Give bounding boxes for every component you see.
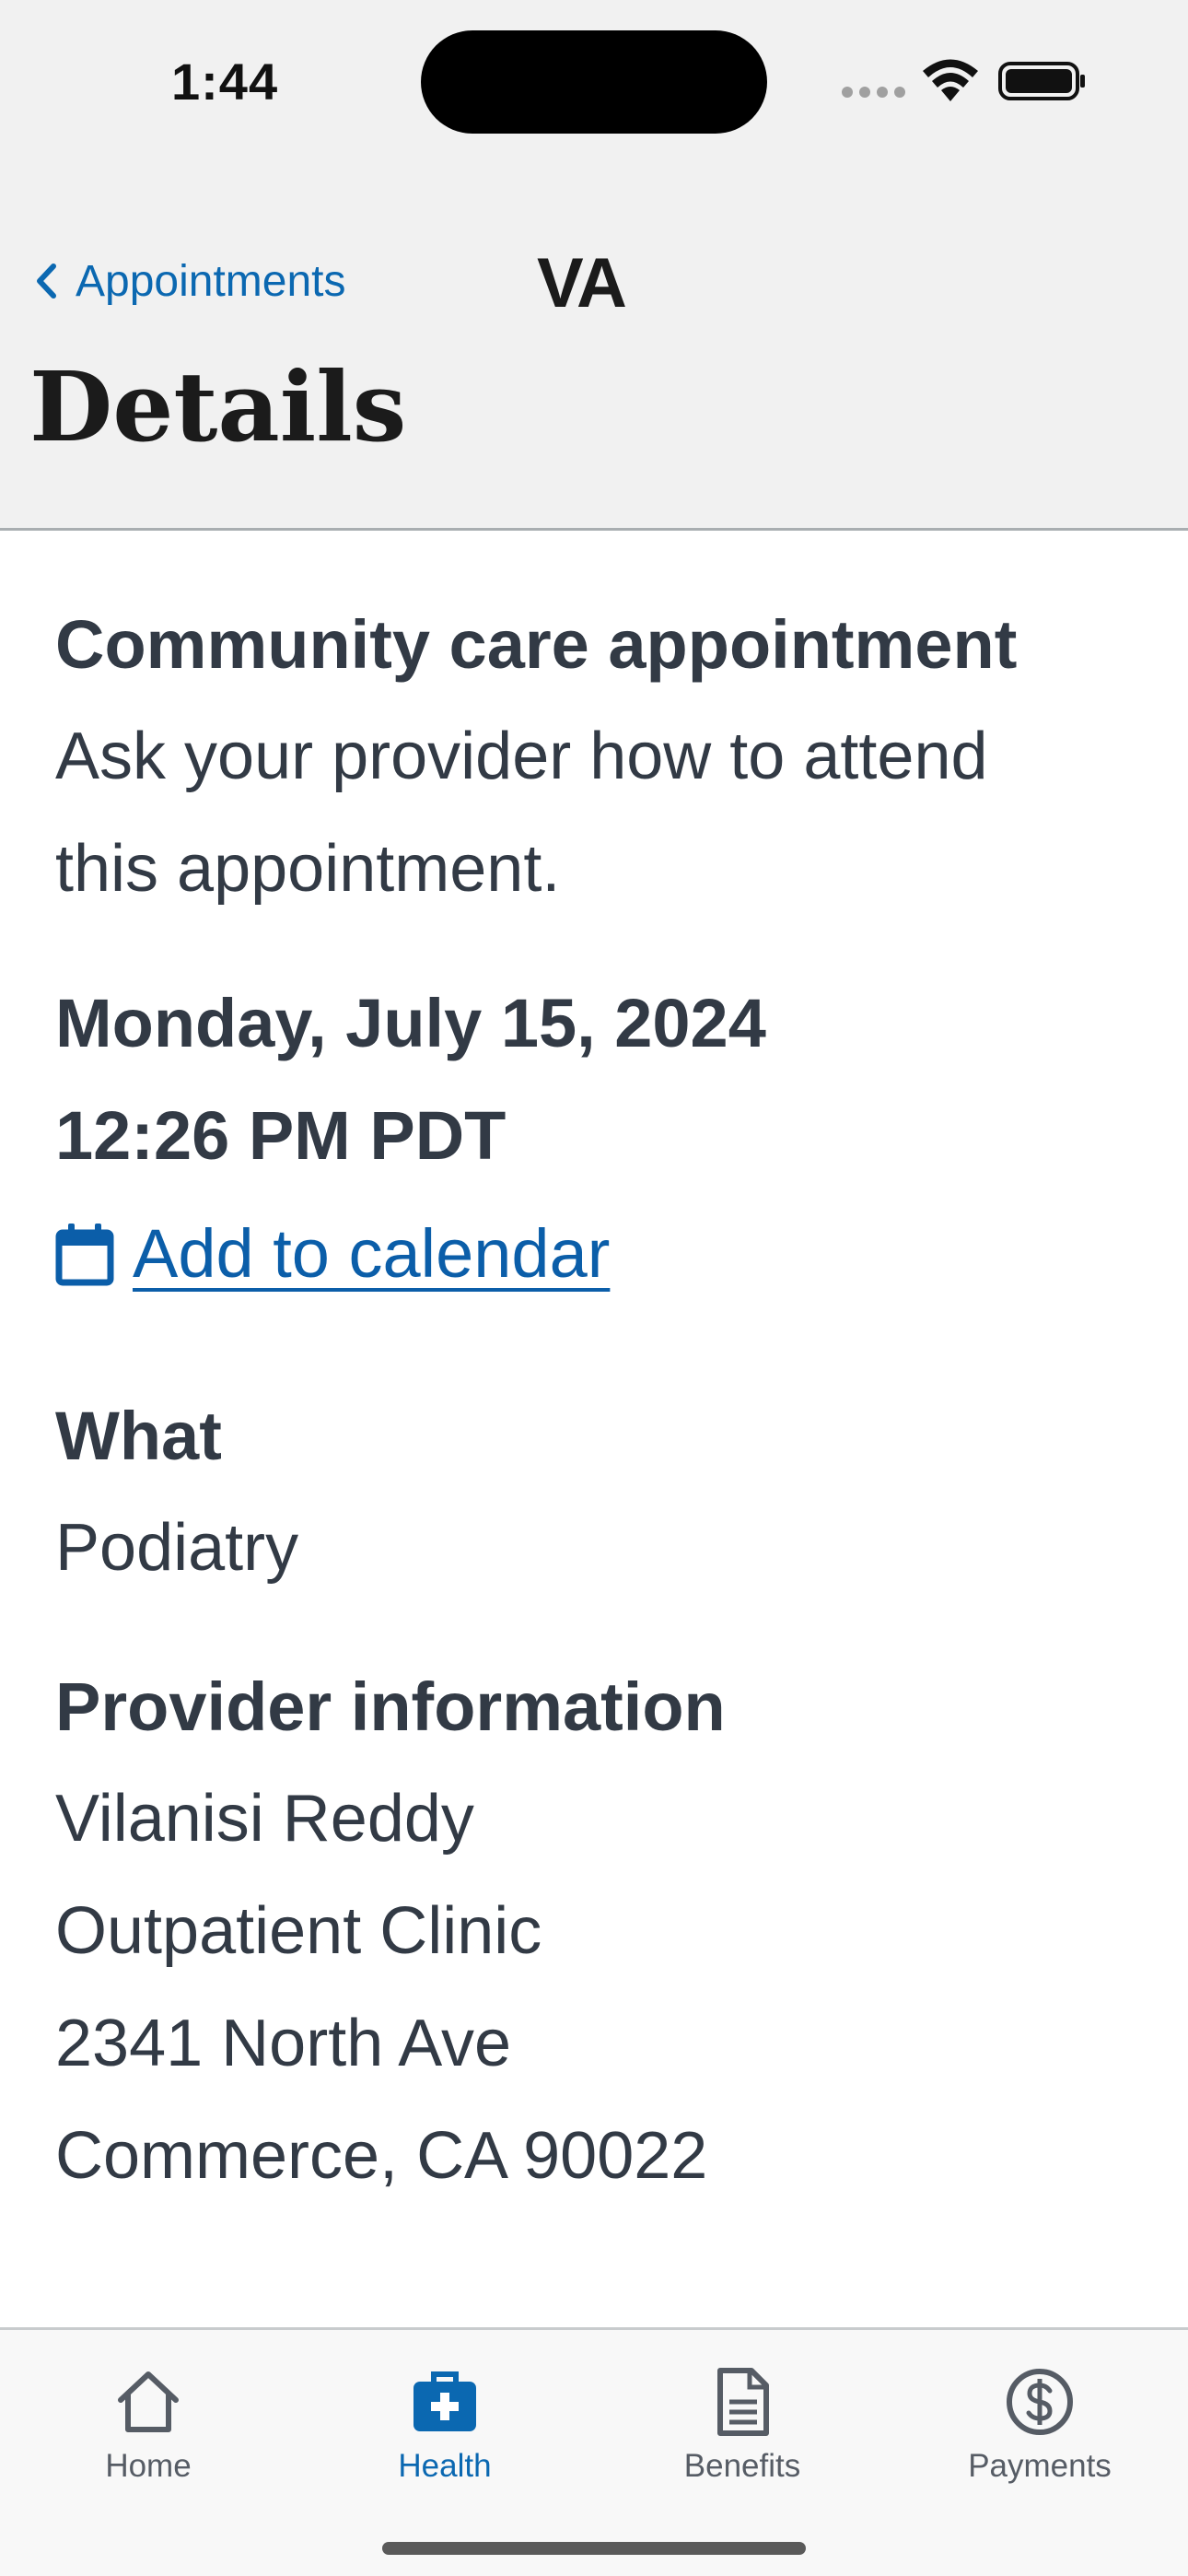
attendance-instruction: Ask your provider how to attend this app… <box>55 700 1133 925</box>
instruction-line: this appointment. <box>55 832 561 906</box>
tab-label-benefits: Benefits <box>683 2448 801 2484</box>
add-to-calendar-link[interactable]: Add to calendar <box>55 1214 1133 1293</box>
provider-street: 2341 North Ave <box>55 2007 512 2080</box>
document-icon <box>717 2368 769 2436</box>
appointment-details: Community care appointment Ask your prov… <box>55 590 1133 2212</box>
back-button[interactable]: Appointments <box>33 230 346 332</box>
appointment-type-title: Community care appointment <box>55 606 1018 683</box>
navigation-bar: Appointments VA <box>0 230 1188 332</box>
status-bar: 1:44 <box>0 0 1188 157</box>
battery-icon <box>998 62 1085 100</box>
appointment-datetime: Monday, July 15, 2024 12:26 PM PDT <box>55 967 1133 1192</box>
appointment-date: Monday, July 15, 2024 <box>55 985 766 1061</box>
tab-benefits[interactable]: Benefits <box>594 2330 891 2523</box>
dollar-circle-icon <box>1007 2369 1073 2435</box>
cellular-signal-icon <box>842 87 906 98</box>
appointment-time: 12:26 PM PDT <box>55 1097 507 1174</box>
provider-facility: Outpatient Clinic <box>55 1894 542 1968</box>
provider-section: Provider information Vilanisi Reddy Outp… <box>55 1652 1133 2212</box>
calendar-icon <box>55 1223 114 1285</box>
chevron-left-icon <box>37 263 56 299</box>
tab-bar: Home Health Benefits Payments <box>0 2327 1188 2576</box>
home-indicator[interactable] <box>382 2542 806 2555</box>
medical-briefcase-icon <box>413 2371 476 2431</box>
back-button-label: Appointments <box>76 256 346 306</box>
tab-home[interactable]: Home <box>0 2330 297 2523</box>
tab-label-health: Health <box>398 2448 492 2484</box>
add-to-calendar-label: Add to calendar <box>133 1215 611 1292</box>
instruction-line: Ask your provider how to attend <box>55 720 988 793</box>
house-icon <box>118 2371 179 2432</box>
provider-label: Provider information <box>55 1669 726 1745</box>
status-time: 1:44 <box>171 53 279 111</box>
tab-label-payments: Payments <box>968 2448 1112 2484</box>
provider-city-state-zip: Commerce, CA 90022 <box>55 2119 708 2193</box>
what-label: What <box>55 1398 222 1474</box>
tab-health[interactable]: Health <box>297 2330 593 2523</box>
what-section: What Podiatry <box>55 1381 1133 1604</box>
page-title: Details <box>29 350 407 463</box>
wifi-icon <box>923 59 978 101</box>
provider-name: Vilanisi Reddy <box>55 1782 474 1856</box>
what-value: Podiatry <box>55 1511 299 1585</box>
dynamic-island <box>421 30 767 134</box>
tab-payments[interactable]: Payments <box>891 2330 1188 2523</box>
va-logo: VA <box>537 244 627 322</box>
tab-label-home: Home <box>105 2448 192 2484</box>
